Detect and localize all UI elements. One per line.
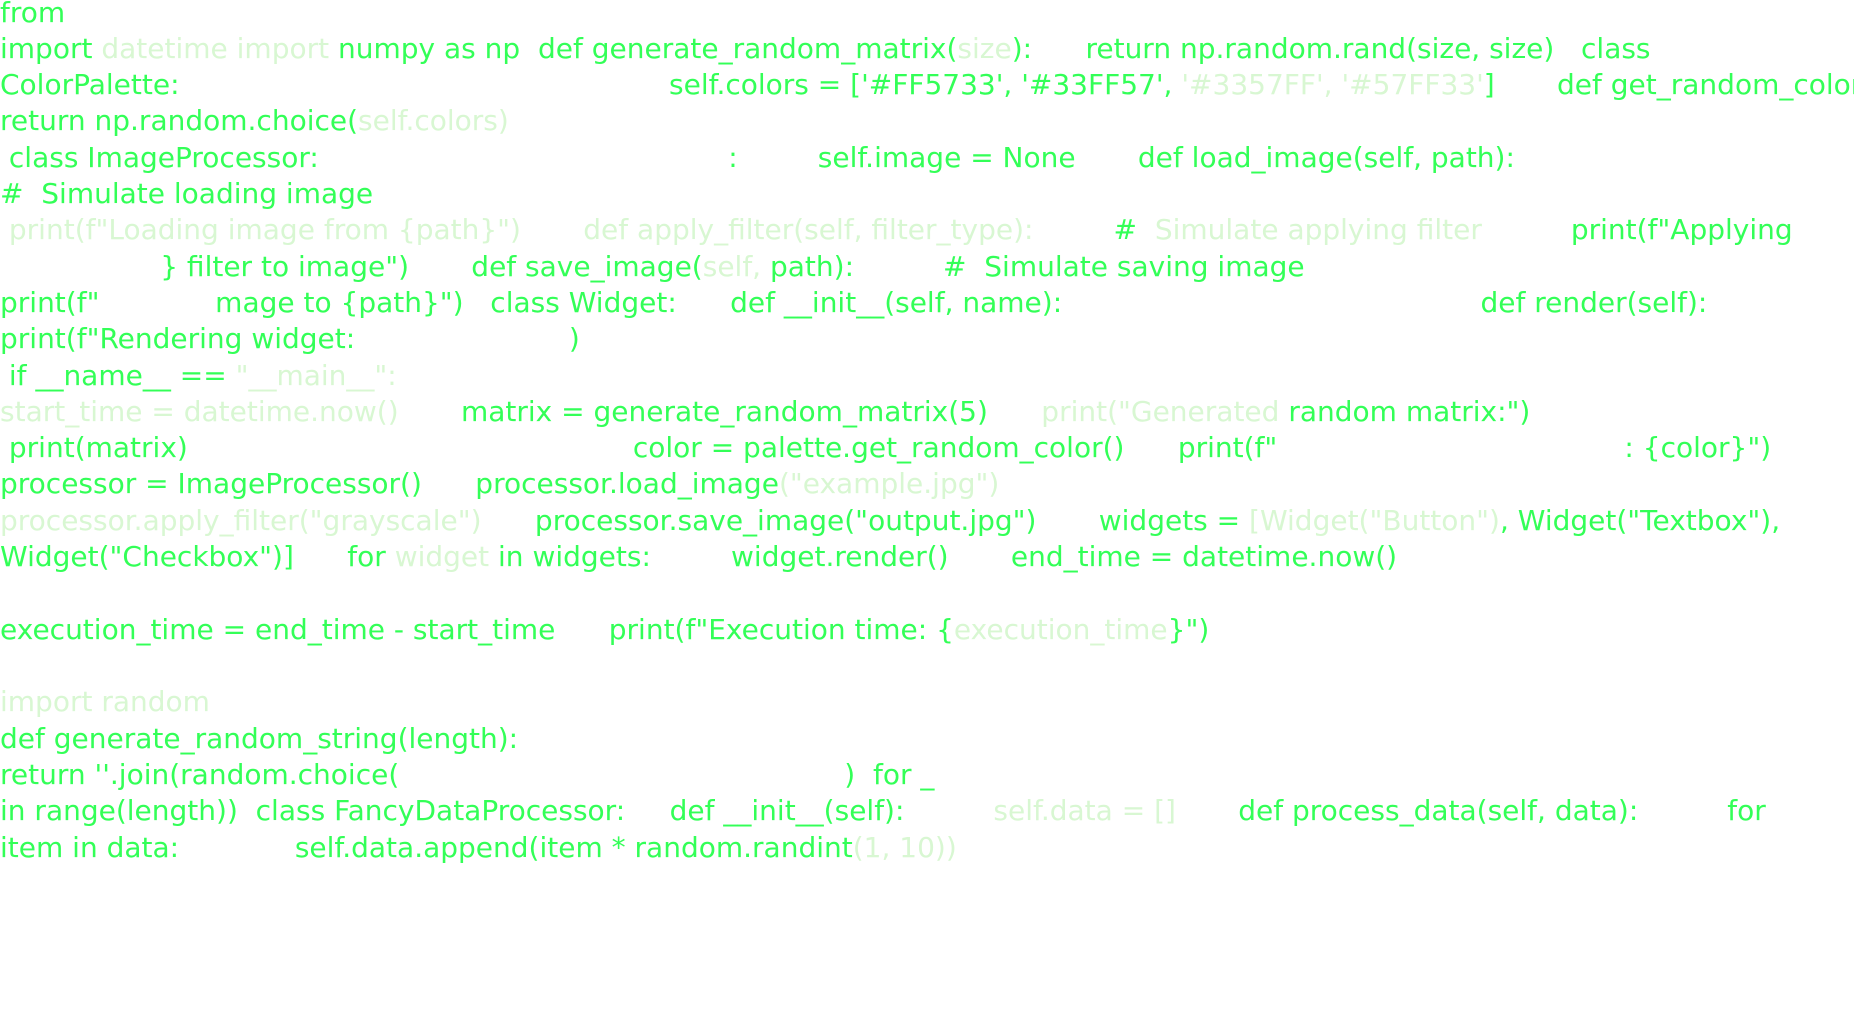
code-line-14: processor = ImageProcessor() processor.l… <box>0 465 999 503</box>
code-segment: execution_time <box>953 613 1168 646</box>
code-segment: ) for _ <box>844 758 935 791</box>
code-segment: self.colors = ['#FF5733', '#33FF57', <box>669 68 1182 101</box>
code-segment: # <box>1033 213 1155 246</box>
code-segment: print("Generated <box>987 395 1289 428</box>
code-segment: print(f"Rendering widget: <box>0 322 356 355</box>
code-segment: print(f"Applying <box>1481 213 1793 246</box>
code-segment: ("example.jpg") <box>778 467 1000 500</box>
code-segment: random matrix:") <box>1288 395 1531 428</box>
code-segment: # Simulate loading image <box>0 177 374 210</box>
code-segment: def process_data(self, data): for <box>1175 794 1766 827</box>
code-line-10: print(f"Rendering widget: ) <box>0 320 580 358</box>
code-segment: def render(self): <box>1480 286 1708 319</box>
code-segment: ): return np.random.rand(size, size) cla… <box>1011 32 1651 65</box>
code-segment: matrix = generate_random_matrix(5) <box>398 395 988 428</box>
code-segment: print(f" <box>0 286 100 319</box>
code-canvas: from import datetime import numpy as np … <box>0 0 1854 1022</box>
code-segment: from <box>0 0 66 29</box>
code-segment: processor = ImageProcessor() processor.l… <box>0 467 779 500</box>
code-segment: numpy as np def generate_random_matrix( <box>338 32 958 65</box>
code-line-15: processor.apply_filter("grayscale") proc… <box>0 502 1780 540</box>
code-segment: [Widget("Button") <box>1249 504 1500 537</box>
code-segment: } filter to image") def save_image( <box>160 250 703 283</box>
code-segment: widget <box>394 540 499 573</box>
code-line-3: ColorPalette: self.colors = ['#FF5733', … <box>0 66 1854 104</box>
code-segment: : self.image = None def load_image(self,… <box>728 141 1515 174</box>
code-line-19: def generate_random_string(length): <box>0 720 518 758</box>
code-segment: start_time = datetime.now() <box>0 395 399 428</box>
code-segment: return np.random.choice( <box>0 104 359 137</box>
code-line-12: start_time = datetime.now() matrix = gen… <box>0 393 1530 431</box>
code-segment: : {color}") <box>1624 431 1772 464</box>
code-segment: self.data.append(item * random.randint <box>294 831 853 864</box>
code-segment: execution_time = end_time - start_time p… <box>0 613 954 646</box>
code-segment: self, <box>702 250 770 283</box>
code-segment: ] def get_random_color(self): <box>1483 68 1854 101</box>
code-segment: size <box>957 32 1012 65</box>
code-segment: Widget("Checkbox")] for <box>0 540 395 573</box>
code-segment: color = palette.get_random_color() print… <box>632 431 1278 464</box>
code-segment: in range(length)) class FancyDataProcess… <box>0 794 905 827</box>
code-line-4: return np.random.choice(self.colors) <box>0 102 509 140</box>
code-segment: self.data = [] <box>904 794 1176 827</box>
code-segment: (1, 10)) <box>852 831 957 864</box>
code-line-8: } filter to image") def save_image(self,… <box>0 248 1305 286</box>
code-line-13: print(matrix) color = palette.get_random… <box>0 429 1771 467</box>
code-line-7: print(f"Loading image from {path}") def … <box>0 211 1793 249</box>
code-segment: path): # Simulate saving image <box>770 250 1305 283</box>
code-segment: self.colors) <box>358 104 509 137</box>
code-segment: '#3357FF', '#57FF33' <box>1181 68 1484 101</box>
code-segment: , Widget("Textbox"), <box>1499 504 1781 537</box>
code-line-20: return ''.join(random.choice( ) for _ <box>0 756 934 794</box>
code-segment: "__main__": <box>235 359 397 392</box>
code-segment: processor.save_image("output.jpg") widge… <box>481 504 1250 537</box>
code-segment: import random <box>0 685 210 718</box>
code-segment: ColorPalette: <box>0 68 180 101</box>
code-segment: item in data: <box>0 831 180 864</box>
code-segment: datetime import <box>101 32 339 65</box>
code-segment: return ''.join(random.choice( <box>0 758 400 791</box>
code-line-6: # Simulate loading image <box>0 175 373 213</box>
code-line-9: print(f" mage to {path}") class Widget: … <box>0 284 1707 322</box>
code-segment: Simulate applying filter <box>1154 213 1482 246</box>
code-segment: class ImageProcessor: <box>0 141 319 174</box>
code-line-22: item in data: self.data.append(item * ra… <box>0 829 957 867</box>
code-line-5: class ImageProcessor: : self.image = Non… <box>0 139 1515 177</box>
code-line-11: if __name__ == "__main__": <box>0 357 397 395</box>
code-segment: }") <box>1167 613 1210 646</box>
code-line-18: import random <box>0 683 210 721</box>
code-line-17: execution_time = end_time - start_time p… <box>0 611 1209 649</box>
code-line-16: Widget("Checkbox")] for widget in widget… <box>0 538 1397 576</box>
code-line-21: in range(length)) class FancyDataProcess… <box>0 792 1766 830</box>
code-line-1: from <box>0 0 65 32</box>
code-segment: import <box>0 32 102 65</box>
code-segment: ) <box>568 322 580 355</box>
code-segment: in widgets: widget.render() end_time = d… <box>498 540 1398 573</box>
code-segment: print(f"Loading image from {path}") def … <box>0 213 1034 246</box>
code-segment: if __name__ == <box>0 359 236 392</box>
code-segment: mage to {path}") class Widget: def __ini… <box>215 286 1063 319</box>
code-segment: print(matrix) <box>0 431 188 464</box>
code-segment: def generate_random_string(length): <box>0 722 519 755</box>
code-segment: processor.apply_filter("grayscale") <box>0 504 482 537</box>
code-line-2: import datetime import numpy as np def g… <box>0 30 1651 68</box>
